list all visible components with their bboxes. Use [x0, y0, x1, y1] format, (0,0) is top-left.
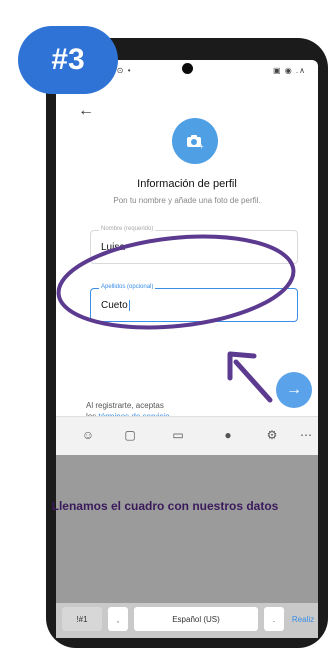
step-badge: #3: [18, 26, 118, 94]
annotation-overlay: [56, 234, 296, 403]
highlight-ellipse: [56, 234, 296, 330]
pointer-arrow-shaft: [233, 359, 273, 403]
